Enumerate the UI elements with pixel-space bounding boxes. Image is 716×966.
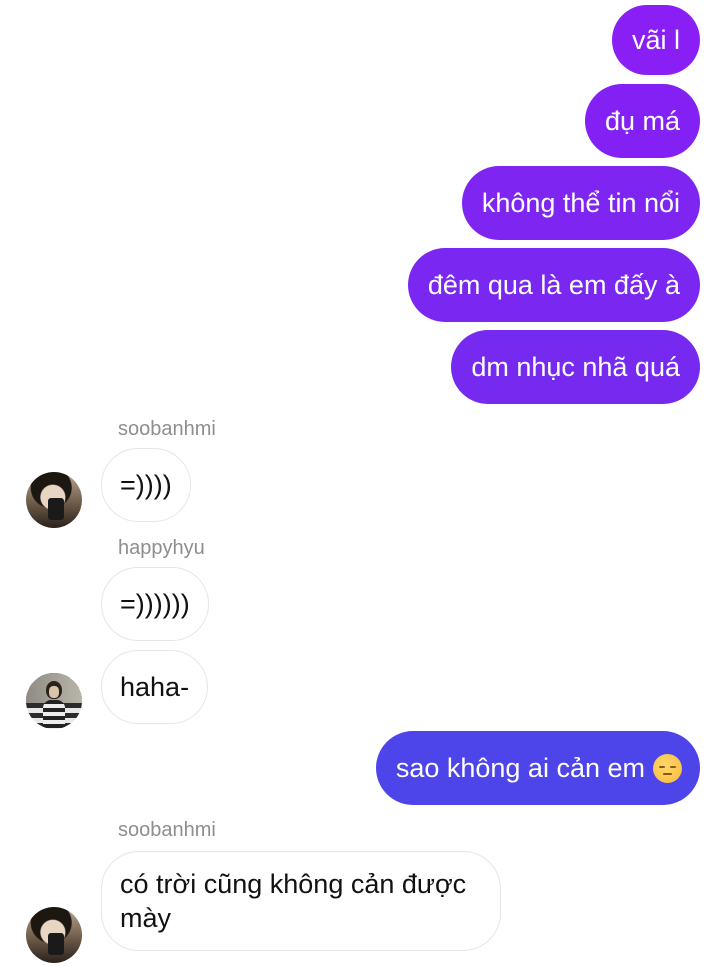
sender-name: happyhyu	[118, 537, 205, 559]
message-text: có trời cũng không cản được mày	[120, 869, 467, 933]
user-avatar[interactable]	[26, 673, 82, 729]
incoming-message[interactable]: haha-	[101, 650, 209, 724]
outgoing-message[interactable]: dm nhục nhã quá	[451, 330, 700, 404]
avatar-face	[49, 686, 59, 698]
sender-name: soobanhmi	[118, 819, 216, 841]
message-text: =))))	[120, 470, 172, 500]
incoming-message[interactable]: =))))))	[101, 567, 209, 641]
outgoing-message[interactable]: đêm qua là em đấy à	[407, 248, 700, 322]
message-text: vãi l	[631, 25, 680, 55]
user-avatar[interactable]	[26, 472, 82, 528]
message-text: =))))))	[120, 589, 190, 619]
message-text: không thể tin nổi	[481, 188, 680, 218]
chat-thread: vãi l đụ má không thể tin nổi đêm qua là…	[0, 0, 716, 966]
message-text: đêm qua là em đấy à	[427, 270, 680, 300]
outgoing-message[interactable]: vãi l	[611, 5, 700, 75]
message-text: đụ má	[604, 106, 680, 136]
outgoing-message[interactable]: đụ má	[584, 84, 700, 158]
sender-name: soobanhmi	[118, 418, 216, 440]
message-text: haha-	[120, 672, 190, 702]
incoming-message[interactable]: có trời cũng không cản được mày	[101, 851, 501, 951]
outgoing-message[interactable]: không thể tin nổi	[461, 166, 700, 240]
pensive-face-emoji	[653, 753, 682, 783]
message-text: sao không ai cản em	[395, 753, 645, 783]
message-text: dm nhục nhã quá	[471, 352, 680, 382]
user-avatar[interactable]	[26, 907, 82, 963]
incoming-message[interactable]: =))))	[101, 448, 191, 522]
outgoing-message[interactable]: sao không ai cản em	[375, 731, 700, 805]
